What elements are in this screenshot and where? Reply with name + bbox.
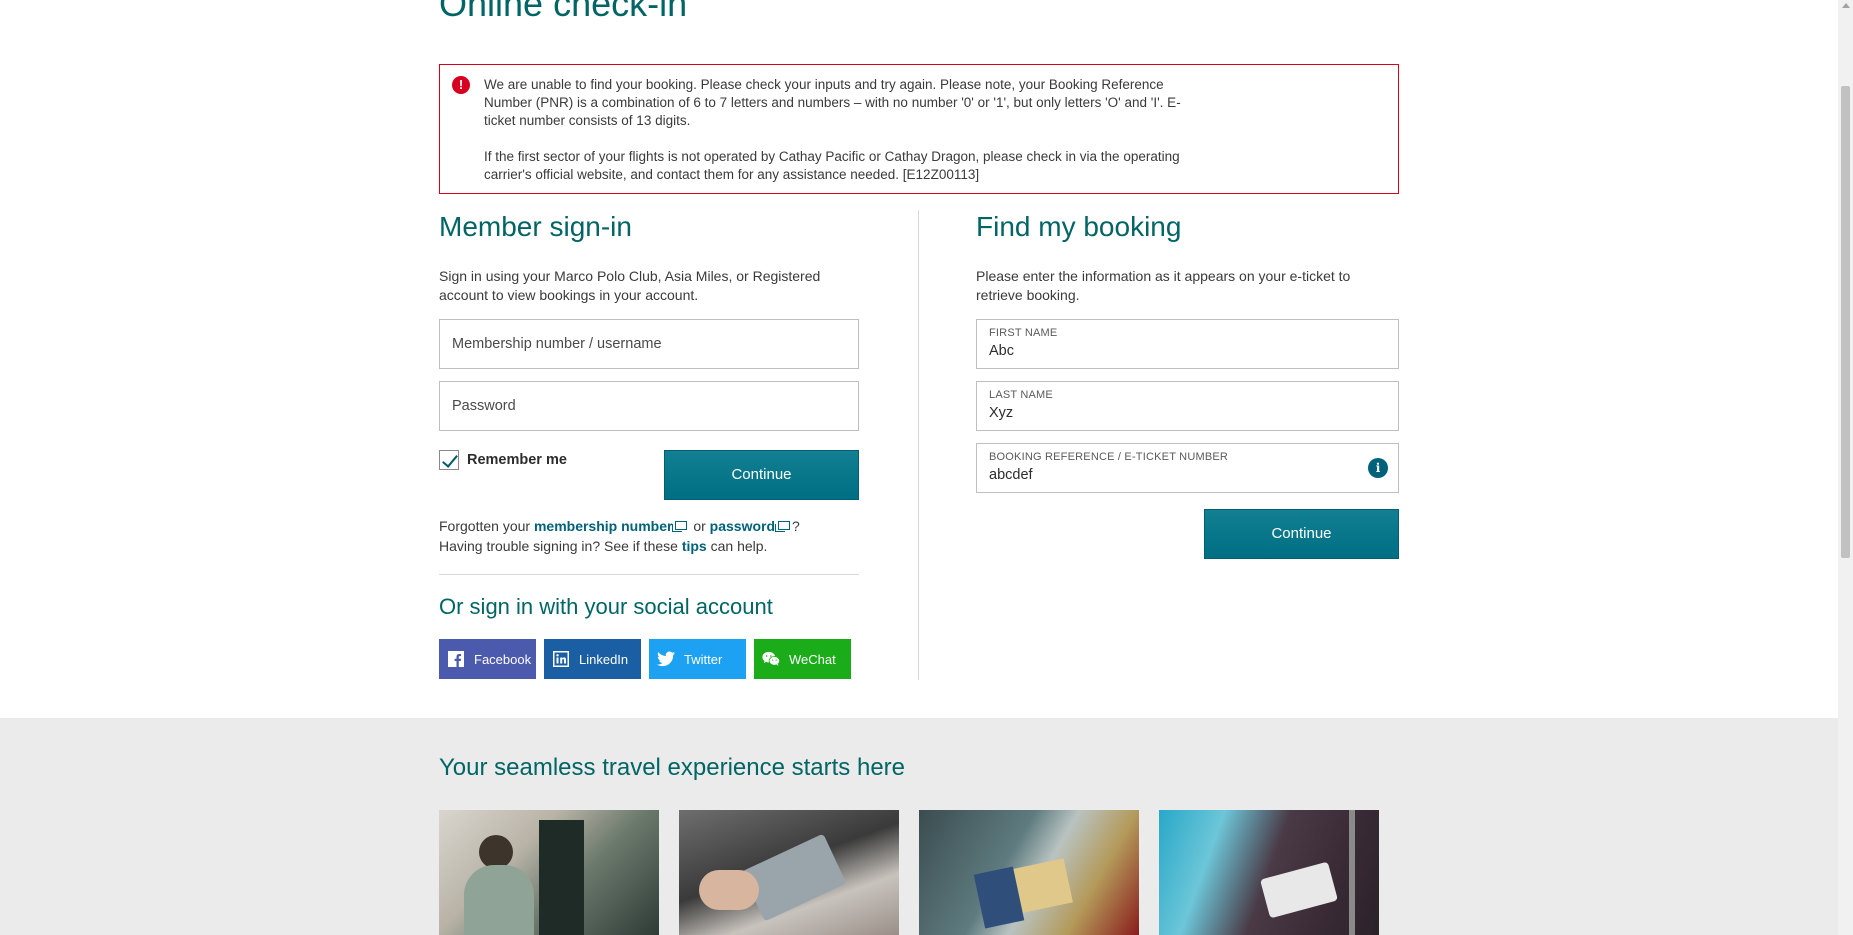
error-paragraph-2: If the first sector of your flights is n… xyxy=(484,149,1180,182)
forgot-password-link-label: password xyxy=(709,518,776,534)
signin-help-text: Forgotten your membership number or pass… xyxy=(439,516,800,556)
booking-reference-field[interactable]: BOOKING REFERENCE / E-TICKET NUMBER abcd… xyxy=(976,443,1399,493)
remember-me-label: Remember me xyxy=(467,452,567,468)
vertical-scrollbar[interactable] xyxy=(1838,0,1853,935)
booking-reference-value: abcdef xyxy=(989,467,1033,483)
linkedin-label: LinkedIn xyxy=(579,651,629,667)
error-text: We are unable to find your booking. Plea… xyxy=(484,76,1204,184)
trouble-prefix: Having trouble signing in? See if these xyxy=(439,538,678,554)
column-divider xyxy=(918,210,919,680)
member-continue-button[interactable]: Continue xyxy=(664,450,859,500)
forgot-membership-link-label: membership number xyxy=(533,518,673,534)
promo-section: Your seamless travel experience starts h… xyxy=(0,718,1838,935)
member-signin-title: Member sign-in xyxy=(439,211,632,242)
trouble-suffix: can help. xyxy=(710,538,768,554)
facebook-icon xyxy=(447,650,465,668)
find-booking-continue-button[interactable]: Continue xyxy=(1204,509,1399,559)
first-name-label: FIRST NAME xyxy=(989,327,1058,339)
tips-link[interactable]: tips xyxy=(682,538,707,554)
luggage-handle-shape xyxy=(1349,810,1355,935)
section-divider xyxy=(439,574,859,575)
linkedin-icon xyxy=(552,650,570,668)
twitter-icon xyxy=(657,650,675,668)
find-booking-description: Please enter the information as it appea… xyxy=(976,268,1351,303)
promo-title: Your seamless travel experience starts h… xyxy=(439,754,906,781)
error-icon: ! xyxy=(452,76,470,94)
password-field xyxy=(439,381,859,431)
last-name-value: Xyz xyxy=(989,405,1014,421)
linkedin-button[interactable]: LinkedIn xyxy=(544,639,641,679)
hand-shape xyxy=(699,870,759,910)
find-booking-title: Find my booking xyxy=(976,211,1182,242)
username-field xyxy=(439,319,859,369)
passenger-head-shape xyxy=(479,835,513,869)
facebook-button[interactable]: Facebook xyxy=(439,639,536,679)
forgot-suffix: ? xyxy=(792,518,800,534)
remember-me[interactable]: Remember me xyxy=(439,450,567,470)
forgot-membership-link[interactable]: membership number xyxy=(534,518,689,534)
promo-card-image-1[interactable] xyxy=(439,810,659,935)
forgot-password-link[interactable]: password xyxy=(710,518,792,534)
last-name-field[interactable]: LAST NAME Xyz xyxy=(976,381,1399,431)
wechat-button[interactable]: WeChat xyxy=(754,639,851,679)
promo-card-image-2[interactable] xyxy=(679,810,899,935)
page-title: Online check-in xyxy=(439,0,688,24)
first-name-field[interactable]: FIRST NAME Abc xyxy=(976,319,1399,369)
tablet-shape xyxy=(741,833,847,922)
booking-reference-label: BOOKING REFERENCE / E-TICKET NUMBER xyxy=(989,451,1229,463)
external-link-icon xyxy=(775,521,791,532)
error-paragraph-1: We are unable to find your booking. Plea… xyxy=(484,77,1181,128)
member-signin-description: Sign in using your Marco Polo Club, Asia… xyxy=(439,268,821,303)
page: Online check-in ! We are unable to find … xyxy=(0,0,1853,935)
username-input[interactable] xyxy=(440,320,858,368)
forgot-prefix: Forgotten your xyxy=(439,518,531,534)
info-icon[interactable]: i xyxy=(1368,458,1388,478)
scrollbar-thumb[interactable] xyxy=(1841,86,1850,558)
password-input[interactable] xyxy=(440,382,858,430)
promo-card-image-4[interactable] xyxy=(1159,810,1379,935)
luggage-tag-shape xyxy=(1260,861,1338,919)
passenger-body-shape xyxy=(464,865,534,935)
scroll-up-icon[interactable] xyxy=(1842,3,1850,8)
social-signin-title: Or sign in with your social account xyxy=(439,594,773,619)
last-name-label: LAST NAME xyxy=(989,389,1053,401)
error-message-box: ! We are unable to find your booking. Pl… xyxy=(439,64,1399,194)
forgot-or: or xyxy=(693,518,706,534)
twitter-button[interactable]: Twitter xyxy=(649,639,746,679)
seat-shape xyxy=(539,820,584,935)
wechat-label: WeChat xyxy=(789,651,836,667)
external-link-icon xyxy=(672,521,688,532)
promo-card-image-3[interactable] xyxy=(919,810,1139,935)
wechat-icon xyxy=(762,650,780,668)
remember-me-checkbox[interactable] xyxy=(439,450,459,470)
first-name-value: Abc xyxy=(989,343,1014,359)
facebook-label: Facebook xyxy=(474,651,532,667)
twitter-label: Twitter xyxy=(684,651,723,667)
